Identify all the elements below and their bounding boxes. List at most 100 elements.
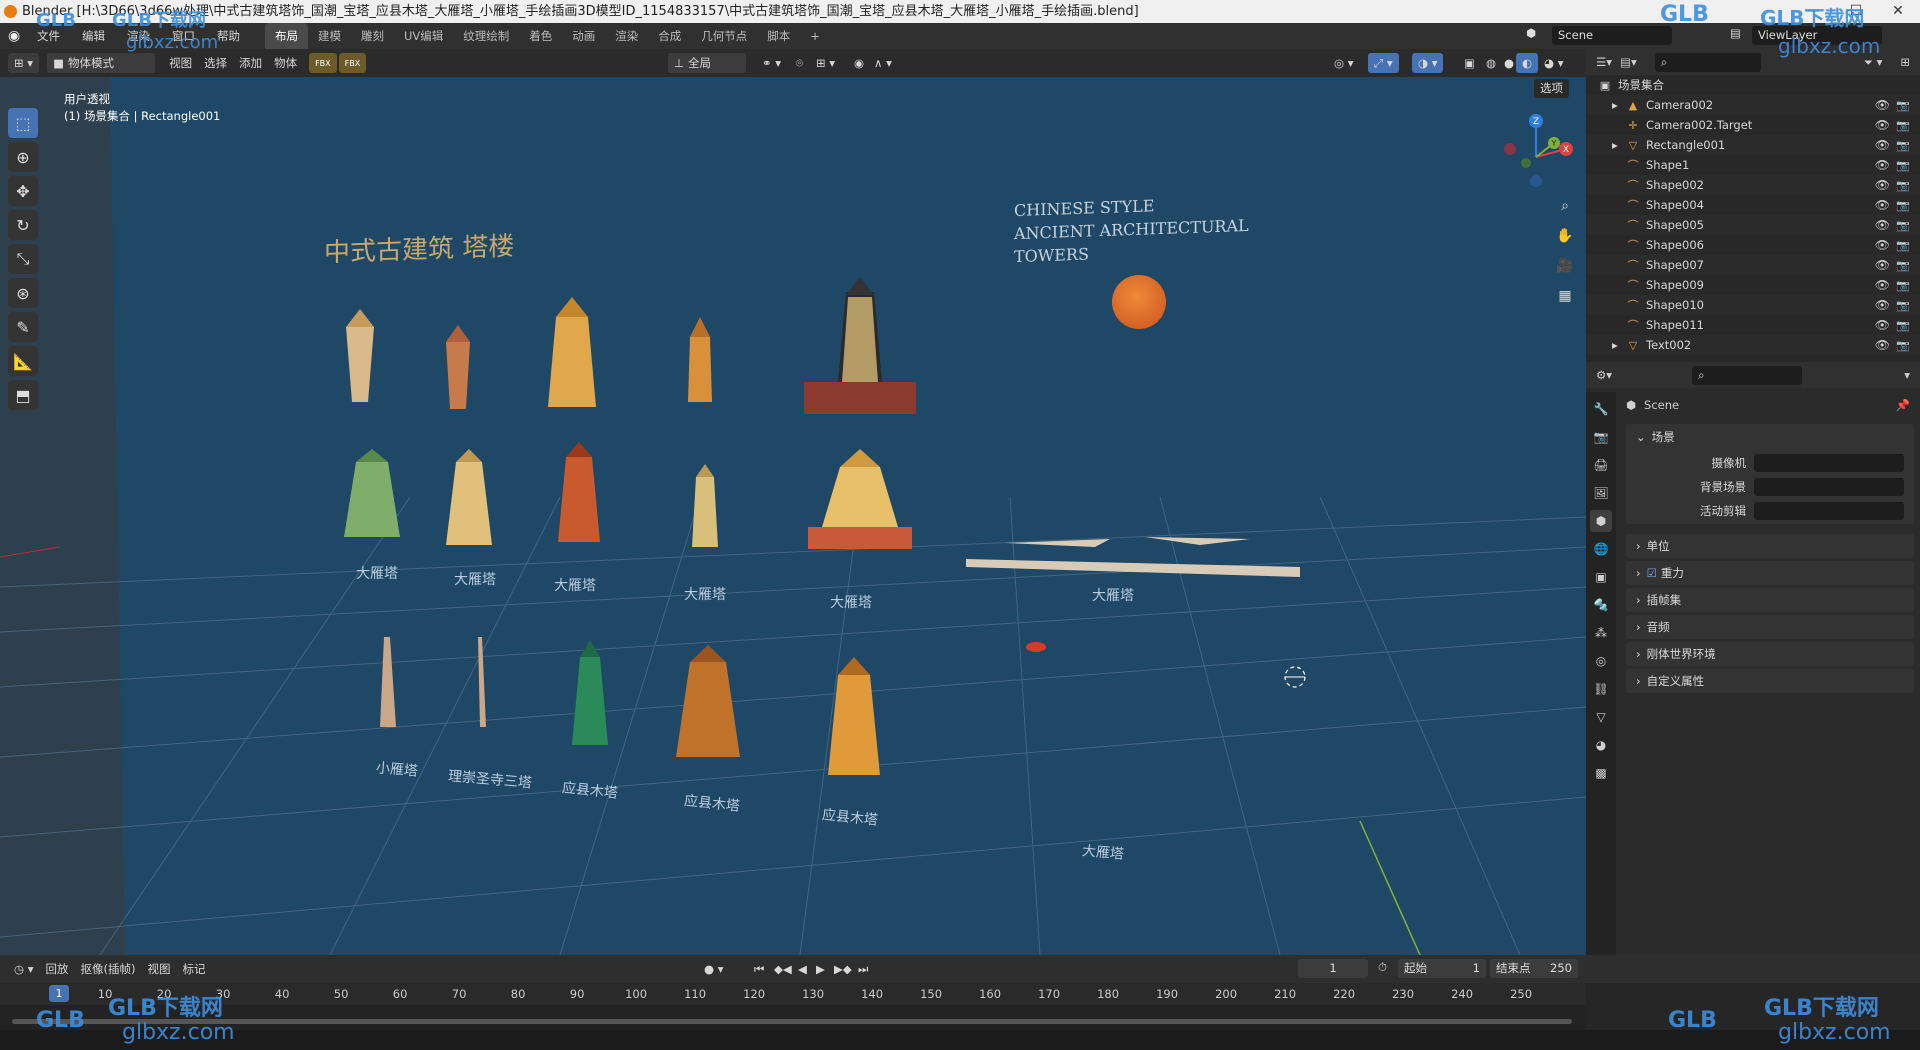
material-tab-icon[interactable]: ◕: [1590, 734, 1612, 756]
fbx-import-icon[interactable]: FBX: [309, 53, 337, 73]
physics-tab-icon[interactable]: ◎: [1590, 650, 1612, 672]
tab-texture-paint[interactable]: 纹理绘制: [453, 23, 519, 49]
render-camera-icon[interactable]: 📷: [1896, 139, 1910, 152]
eye-icon[interactable]: 👁: [1875, 198, 1890, 212]
render-camera-icon[interactable]: 📷: [1896, 179, 1910, 192]
render-camera-icon[interactable]: 📷: [1896, 339, 1910, 352]
scene-tab-icon[interactable]: ⬢: [1590, 510, 1612, 532]
menu-keying[interactable]: 抠像(插帧): [74, 959, 141, 979]
chevron-right-icon[interactable]: ▸: [1612, 98, 1626, 112]
render-camera-icon[interactable]: 📷: [1896, 219, 1910, 232]
eye-icon[interactable]: 👁: [1875, 298, 1890, 312]
world-tab-icon[interactable]: 🌐: [1590, 538, 1612, 560]
outliner-item[interactable]: ⌒ Shape011 👁 📷: [1586, 315, 1920, 335]
menu-select[interactable]: 选择: [198, 53, 233, 73]
tab-layout[interactable]: 布局: [265, 23, 308, 49]
visibility-icon[interactable]: ◎ ▾: [1328, 53, 1359, 73]
timeline-editor-icon[interactable]: ◷ ▾: [8, 959, 39, 979]
constraints-tab-icon[interactable]: ⛓: [1590, 678, 1612, 700]
tool-tab-icon[interactable]: 🔧: [1590, 398, 1612, 420]
tab-animation[interactable]: 动画: [562, 23, 605, 49]
modifier-tab-icon[interactable]: 🔩: [1590, 594, 1612, 616]
eye-icon[interactable]: 👁: [1875, 118, 1890, 132]
outliner-item[interactable]: ⌒ Shape005 👁 📷: [1586, 215, 1920, 235]
render-camera-icon[interactable]: 📷: [1896, 239, 1910, 252]
subpanel[interactable]: › 刚体世界环境: [1626, 642, 1914, 666]
subpanel[interactable]: › 单位: [1626, 534, 1914, 558]
falloff-icon[interactable]: ∧ ▾: [868, 53, 898, 73]
render-tab-icon[interactable]: 📷: [1590, 426, 1612, 448]
playhead[interactable]: 1: [49, 985, 69, 1002]
outliner-editor-icon[interactable]: ☰▾: [1596, 55, 1612, 69]
xray-icon[interactable]: ▣: [1458, 53, 1481, 73]
overlay-toggle-icon[interactable]: ◑ ▾: [1412, 53, 1444, 73]
mode-selector[interactable]: ■ 物体模式: [47, 53, 156, 73]
timeline-ruler[interactable]: 1 10 20 30 40 50 60 70 80 90 100 110 120 130 140 150 160…: [0, 983, 1586, 1005]
menu-playback[interactable]: 回放: [39, 959, 74, 979]
current-frame-field[interactable]: 1: [1298, 959, 1368, 978]
outliner-item[interactable]: ⌒ Shape004 👁 📷: [1586, 195, 1920, 215]
render-camera-icon[interactable]: 📷: [1896, 319, 1910, 332]
scene-selector[interactable]: Scene: [1552, 26, 1672, 45]
property-field[interactable]: [1754, 502, 1904, 520]
menu-edit[interactable]: 编辑: [71, 23, 116, 49]
end-frame-field[interactable]: 结束点 250: [1490, 959, 1578, 978]
properties-editor-icon[interactable]: ⚙▾: [1596, 368, 1612, 382]
subpanel[interactable]: › 音频: [1626, 615, 1914, 639]
close-button[interactable]: ✕: [1876, 0, 1920, 23]
properties-options-icon[interactable]: ▾: [1904, 368, 1910, 382]
outliner-root-collection[interactable]: ▣ 场景集合: [1586, 75, 1920, 95]
tab-geometry-nodes[interactable]: 几何节点: [691, 23, 757, 49]
eye-icon[interactable]: 👁: [1875, 98, 1890, 112]
transform-orientation[interactable]: ⊥ 全局: [668, 53, 746, 73]
outliner-item[interactable]: ⌒ Shape009 👁 📷: [1586, 275, 1920, 295]
outliner-item[interactable]: ▸ ▲ Camera002 👁 📷: [1586, 95, 1920, 115]
fbx-export-icon[interactable]: FBX: [338, 53, 367, 73]
menu-markers[interactable]: 标记: [176, 959, 211, 979]
eye-icon[interactable]: 👁: [1875, 218, 1890, 232]
proportional-edit-icon[interactable]: ◉: [848, 53, 870, 73]
tab-uv-editing[interactable]: UV编辑: [394, 23, 453, 49]
render-camera-icon[interactable]: 📷: [1896, 299, 1910, 312]
tab-sculpting[interactable]: 雕刻: [351, 23, 394, 49]
object-tab-icon[interactable]: ▣: [1590, 566, 1612, 588]
chevron-right-icon[interactable]: ▸: [1612, 338, 1626, 352]
new-collection-icon[interactable]: ⊞: [1900, 55, 1910, 69]
eye-icon[interactable]: 👁: [1875, 278, 1890, 292]
subpanel[interactable]: › ☑ 重力: [1626, 561, 1914, 585]
auto-keying-icon[interactable]: ● ▾: [698, 959, 729, 979]
add-workspace-button[interactable]: +: [800, 23, 830, 49]
property-field[interactable]: [1754, 478, 1904, 496]
properties-search-input[interactable]: ⌕: [1692, 365, 1803, 385]
render-camera-icon[interactable]: 📷: [1896, 119, 1910, 132]
outliner-item[interactable]: ⌒ Shape007 👁 📷: [1586, 255, 1920, 275]
render-camera-icon[interactable]: 📷: [1896, 279, 1910, 292]
pin-icon[interactable]: 📌: [1896, 398, 1910, 412]
material-shading-icon[interactable]: ◐: [1516, 53, 1539, 73]
outliner-item[interactable]: ▸ ▽ Text002 👁 📷: [1586, 335, 1920, 355]
start-frame-field[interactable]: 起始 1: [1398, 959, 1486, 978]
eye-icon[interactable]: 👁: [1875, 138, 1890, 152]
gravity-checkbox[interactable]: ☑: [1647, 560, 1657, 587]
outliner-item[interactable]: ⌒ Shape006 👁 📷: [1586, 235, 1920, 255]
3d-viewport[interactable]: ⬚ ⊕ ✥ ↻ ⤡ ⊛ ✎ 📐 ⬒ 用户透视 (1) 场景集合 | Rectan…: [0, 77, 1586, 955]
rendered-shading-icon[interactable]: ◕ ▾: [1538, 53, 1569, 73]
scene-panel-header[interactable]: ⌄ 场景: [1626, 424, 1914, 451]
blender-menu-icon[interactable]: ◉: [8, 28, 26, 44]
menu-add[interactable]: 添加: [233, 53, 268, 73]
menu-timeline-view[interactable]: 视图: [141, 959, 176, 979]
eye-icon[interactable]: 👁: [1875, 318, 1890, 332]
editor-type-button[interactable]: ⊞ ▾: [8, 53, 40, 73]
render-camera-icon[interactable]: 📷: [1896, 159, 1910, 172]
render-camera-icon[interactable]: 📷: [1896, 99, 1910, 112]
display-mode-icon[interactable]: ▤▾: [1620, 55, 1637, 69]
subpanel[interactable]: › 自定义属性: [1626, 669, 1914, 693]
subpanel[interactable]: › 插帧集: [1626, 588, 1914, 612]
property-field[interactable]: [1754, 454, 1904, 472]
view-layer-tab-icon[interactable]: 🖼: [1590, 482, 1612, 504]
tab-scripting[interactable]: 脚本: [757, 23, 800, 49]
preview-range-icon[interactable]: ⏱: [1378, 960, 1387, 975]
jump-start-icon[interactable]: ⏮: [748, 959, 770, 979]
snap-target-icon[interactable]: ⊞ ▾: [810, 53, 841, 73]
outliner-item[interactable]: ✛ Camera002.Target 👁 📷: [1586, 115, 1920, 135]
